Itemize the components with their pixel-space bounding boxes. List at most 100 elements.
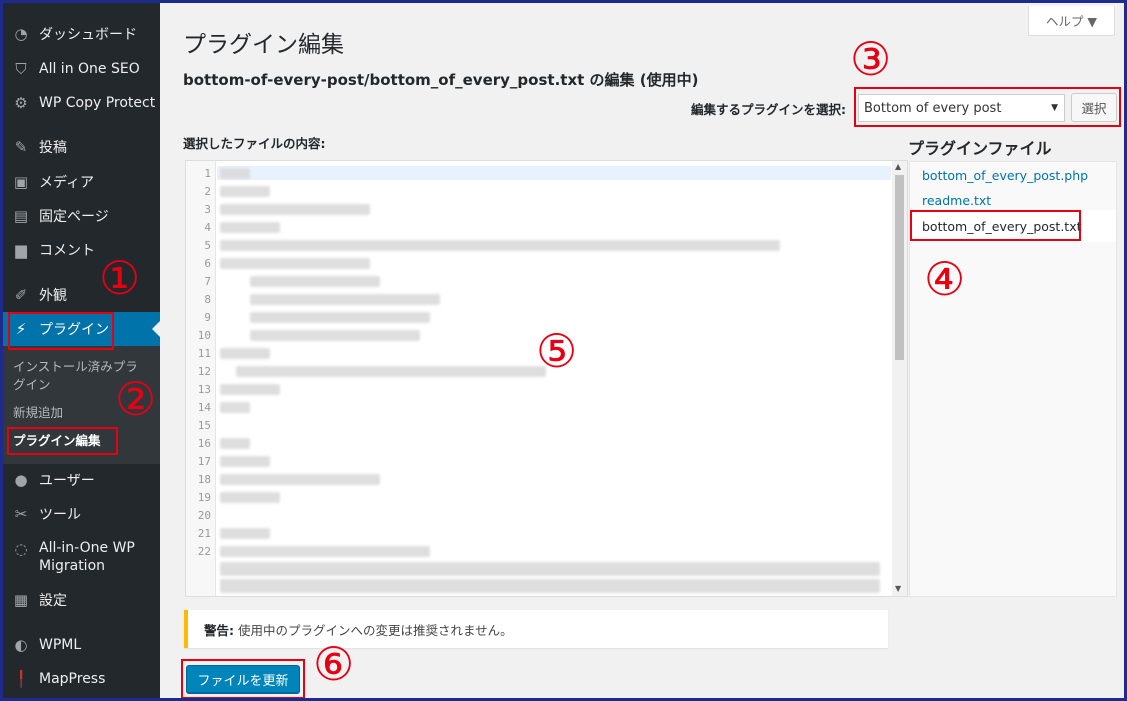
obscured-code bbox=[220, 528, 270, 539]
annotation-box-plugins bbox=[8, 312, 114, 350]
pin-icon: ✎ bbox=[14, 138, 28, 156]
line-number: 8 bbox=[204, 293, 211, 306]
sidebar-item-dashboard[interactable]: ◔ ダッシュボード bbox=[3, 17, 160, 51]
obscured-code bbox=[220, 456, 270, 467]
sidebar-item-all-in-one-wp-migration[interactable]: ◌ All-in-One WP Migration bbox=[3, 539, 160, 579]
annotation-number-4: ④ bbox=[924, 252, 966, 306]
obscured-code bbox=[220, 240, 780, 251]
user-icon: ● bbox=[14, 471, 28, 489]
file-content-label: 選択したファイルの内容: bbox=[183, 136, 326, 151]
obscured-code bbox=[250, 330, 420, 341]
sidebar-item-label: 固定ページ bbox=[39, 209, 109, 225]
line-number: 22 bbox=[197, 545, 211, 558]
obscured-code bbox=[236, 366, 546, 377]
sidebar-item-wpml[interactable]: ◐ WPML bbox=[3, 628, 160, 662]
line-number: 17 bbox=[197, 455, 211, 468]
gear-icon: ⚙ bbox=[14, 94, 28, 112]
line-number: 12 bbox=[197, 365, 211, 378]
sidebar-item-label: ユーザー bbox=[39, 473, 95, 489]
file-link-readme[interactable]: readme.txt bbox=[922, 193, 991, 208]
line-number: 5 bbox=[204, 239, 211, 252]
line-number: 6 bbox=[204, 257, 211, 270]
active-line-highlight bbox=[217, 166, 891, 180]
line-number: 10 bbox=[197, 329, 211, 342]
obscured-code bbox=[220, 258, 370, 269]
line-number: 2 bbox=[204, 185, 211, 198]
annotation-box-plugin-select bbox=[854, 87, 1121, 127]
sidebar-item-media[interactable]: ▣ メディア bbox=[3, 165, 160, 199]
line-number: 19 bbox=[197, 491, 211, 504]
line-number: 15 bbox=[197, 419, 211, 432]
scrollbar-thumb[interactable] bbox=[895, 175, 904, 360]
obscured-code bbox=[220, 562, 880, 576]
sidebar-item-wp-copy-protect[interactable]: ⚙ WP Copy Protect bbox=[3, 86, 160, 120]
scroll-up-arrow-icon[interactable]: ▲ bbox=[895, 162, 901, 171]
notice-text: 使用中のプラグインへの変更は推奨されません。 bbox=[238, 622, 513, 638]
comment-icon: ▆ bbox=[15, 241, 27, 259]
sidebar-item-label: コメント bbox=[39, 243, 95, 259]
annotation-number-3: ③ bbox=[850, 32, 892, 86]
obscured-code bbox=[220, 402, 250, 413]
sidebar-item-label: メディア bbox=[39, 175, 95, 191]
annotation-number-5: ⑤ bbox=[536, 324, 578, 378]
sidebar-item-label-line2: Migration bbox=[39, 558, 106, 574]
file-link-php[interactable]: bottom_of_every_post.php bbox=[922, 168, 1088, 183]
sidebar-item-label: 設定 bbox=[39, 593, 67, 609]
file-heading: bottom-of-every-post/bottom_of_every_pos… bbox=[183, 71, 699, 89]
annotation-box-update-button bbox=[181, 659, 305, 698]
sidebar-item-posts[interactable]: ✎ 投稿 bbox=[3, 130, 160, 164]
sidebar-item-label: 外観 bbox=[39, 288, 67, 304]
plugin-select-label: 編集するプラグインを選択: bbox=[691, 102, 846, 117]
sidebar-item-label: WP Copy Protect bbox=[39, 95, 156, 111]
sidebar-item-label: All in One SEO bbox=[39, 61, 140, 77]
line-number: 13 bbox=[197, 383, 211, 396]
annotation-box-current-file bbox=[910, 210, 1081, 241]
line-number: 1 bbox=[204, 167, 211, 180]
obscured-code bbox=[220, 579, 880, 593]
obscured-code bbox=[250, 276, 380, 287]
sidebar-item-label-line1: All-in-One WP bbox=[39, 540, 135, 556]
line-number-gutter: 1 2 3 4 5 6 7 8 9 10 11 12 13 14 15 16 1… bbox=[186, 161, 216, 596]
obscured-code bbox=[220, 546, 430, 557]
map-pin-icon: ╿ bbox=[16, 670, 26, 688]
sidebar-item-users[interactable]: ● ユーザー bbox=[3, 463, 160, 497]
shield-icon: ⛉ bbox=[15, 60, 27, 78]
annotation-number-1: ① bbox=[99, 251, 141, 305]
obscured-code bbox=[220, 492, 280, 503]
line-number: 14 bbox=[197, 401, 211, 414]
annotation-box-plugin-editor bbox=[7, 427, 118, 455]
annotation-number-2: ② bbox=[115, 372, 157, 426]
sidebar-item-label: MapPress bbox=[39, 671, 106, 687]
sidebar-item-mappress[interactable]: ╿ MapPress bbox=[3, 662, 160, 696]
active-menu-arrow bbox=[152, 320, 161, 338]
help-tab-button[interactable]: ヘルプ ▼ bbox=[1028, 6, 1115, 36]
settings-icon: ▦ bbox=[13, 591, 29, 609]
notice-strong: 警告: bbox=[204, 622, 234, 638]
sidebar-item-all-in-one-seo[interactable]: ⛉ All in One SEO bbox=[3, 52, 160, 86]
scroll-down-arrow-icon[interactable]: ▼ bbox=[895, 584, 901, 593]
obscured-code bbox=[220, 438, 250, 449]
obscured-code bbox=[220, 384, 280, 395]
wrench-icon: ✂ bbox=[14, 505, 28, 523]
line-number: 4 bbox=[204, 221, 211, 234]
wpml-icon: ◐ bbox=[14, 636, 28, 654]
warning-notice: 警告: 使用中のプラグインへの変更は推奨されません。 bbox=[184, 610, 888, 648]
obscured-code bbox=[250, 294, 440, 305]
plugin-files-title: プラグインファイル bbox=[908, 139, 1052, 158]
sidebar-item-pages[interactable]: ▤ 固定ページ bbox=[3, 199, 160, 233]
line-number: 21 bbox=[197, 527, 211, 540]
submenu-add-new[interactable]: 新規追加 bbox=[13, 404, 63, 422]
obscured-code bbox=[220, 222, 280, 233]
obscured-code bbox=[220, 168, 250, 179]
obscured-code bbox=[220, 348, 270, 359]
admin-sidebar: ◔ ダッシュボード ⛉ All in One SEO ⚙ WP Copy Pro… bbox=[3, 3, 160, 698]
code-editor[interactable]: 1 2 3 4 5 6 7 8 9 10 11 12 13 14 15 16 1… bbox=[185, 160, 908, 597]
sidebar-item-tools[interactable]: ✂ ツール bbox=[3, 497, 160, 531]
sidebar-item-settings[interactable]: ▦ 設定 bbox=[3, 583, 160, 617]
editor-scrollbar[interactable]: ▲ ▼ bbox=[892, 161, 907, 596]
dashboard-icon: ◔ bbox=[14, 25, 28, 43]
line-number: 3 bbox=[204, 203, 211, 216]
media-icon: ▣ bbox=[13, 173, 29, 191]
wp-admin-window: ◔ ダッシュボード ⛉ All in One SEO ⚙ WP Copy Pro… bbox=[0, 0, 1127, 701]
line-number: 18 bbox=[197, 473, 211, 486]
